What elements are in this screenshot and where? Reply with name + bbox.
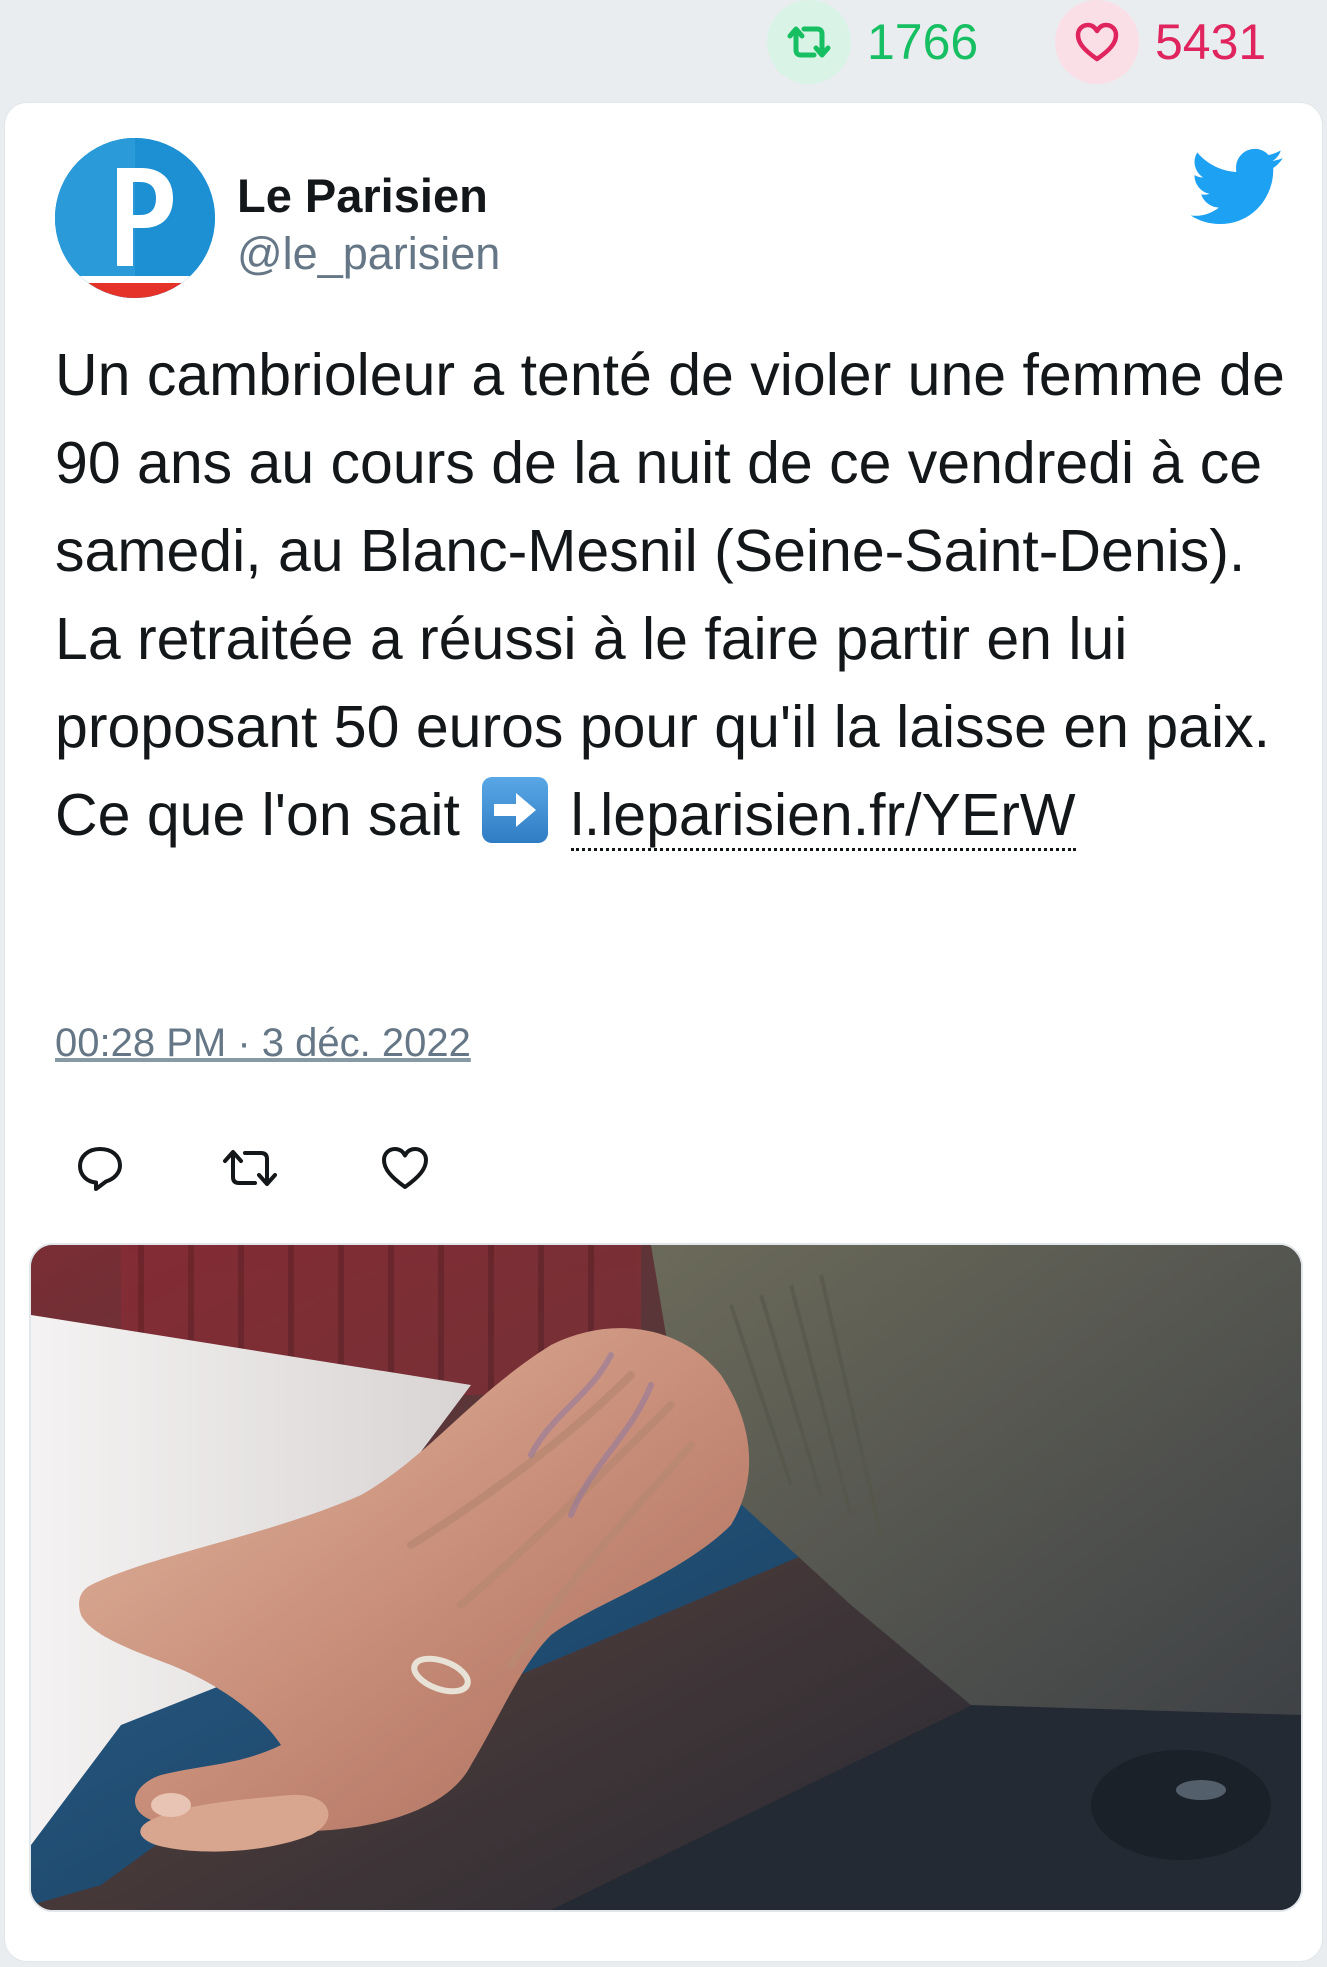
elderly-hand-photo [31, 1245, 1301, 1910]
tweet-header: Le Parisien @le_parisien [55, 138, 1285, 303]
retweet-action-icon [223, 1150, 277, 1186]
like-button[interactable] [370, 1133, 440, 1203]
retweet-stat: 1766 [767, 0, 979, 84]
tweet-card[interactable]: Le Parisien @le_parisien Un cambrioleur … [5, 103, 1322, 1961]
like-count: 5431 [1155, 14, 1267, 70]
heart-outline-icon [382, 1147, 428, 1189]
tweet-actions [65, 1133, 465, 1203]
right-arrow-emoji [482, 777, 549, 843]
like-stat: 5431 [1055, 0, 1267, 84]
author-handle[interactable]: @le_parisien [237, 228, 500, 280]
tweet-body: Un cambrioleur a tenté de violer une fem… [55, 342, 1285, 848]
retweet-button[interactable] [215, 1133, 285, 1203]
reply-button[interactable] [65, 1133, 135, 1203]
twitter-bird-icon[interactable] [1190, 148, 1285, 228]
avatar[interactable] [55, 138, 215, 298]
retweet-icon [767, 0, 851, 84]
tweet-image[interactable] [29, 1243, 1303, 1912]
tweet-stats-bar: 1766 5431 [0, 0, 1327, 95]
retweet-count: 1766 [867, 14, 979, 70]
heart-icon [1055, 0, 1139, 84]
author-name[interactable]: Le Parisien [237, 168, 488, 223]
reply-icon [78, 1147, 122, 1191]
tweet-link[interactable]: l.leparisien.fr/YErW [570, 782, 1076, 851]
tweet-text: Un cambrioleur a tenté de violer une fem… [55, 331, 1295, 859]
tweet-timestamp[interactable]: 00:28 PM · 3 déc. 2022 [55, 1021, 471, 1066]
